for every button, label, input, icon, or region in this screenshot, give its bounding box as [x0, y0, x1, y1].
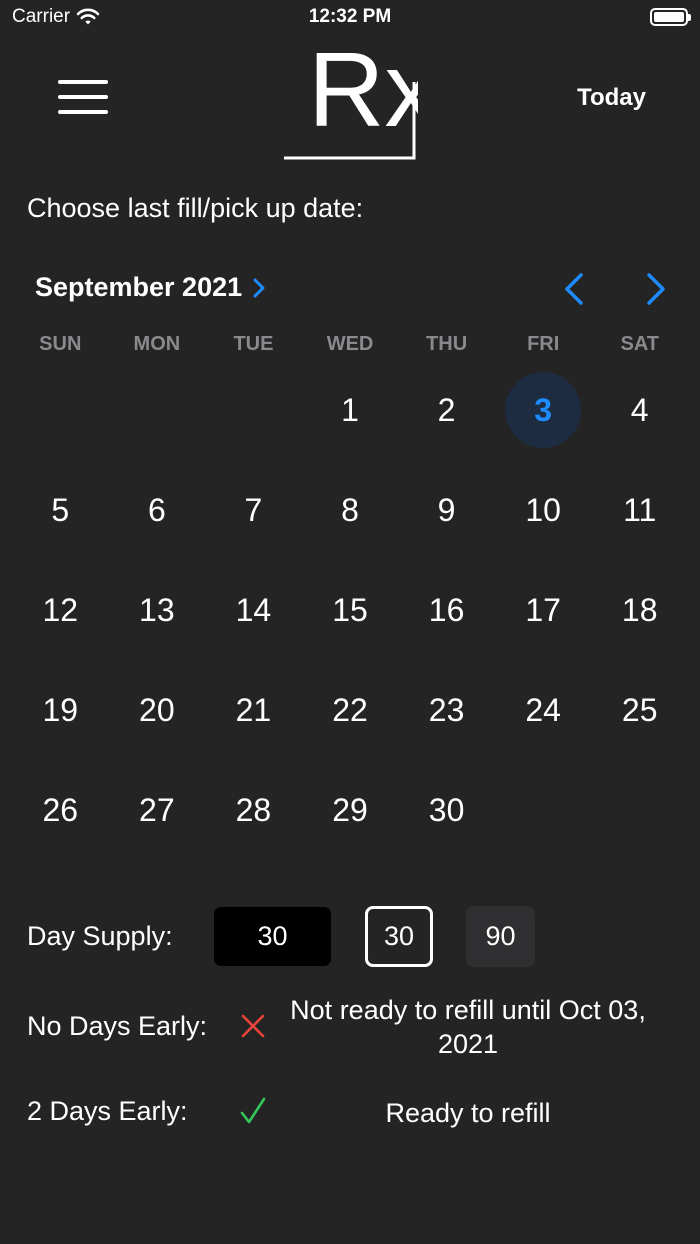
supply-90-button[interactable]: 90 [466, 906, 535, 967]
month-label: September 2021 [35, 272, 243, 302]
calendar-day-number: 11 [623, 491, 657, 528]
weekday-thu: THU [426, 333, 468, 355]
calendar-day-number: 9 [437, 491, 456, 528]
calendar-day[interactable]: 11 [591, 460, 688, 560]
calendar-day-number: 26 [42, 791, 79, 828]
calendar-day-number: 27 [139, 791, 175, 828]
calendar-day[interactable]: 8 [302, 460, 399, 560]
calendar-day[interactable]: 13 [109, 560, 206, 660]
calendar-day[interactable]: 9 [398, 460, 495, 560]
calendar-day-number: 29 [332, 791, 368, 828]
chevron-right-icon [253, 278, 265, 297]
weekday-wed: WED [326, 333, 374, 355]
calendar-day-number: 28 [235, 791, 272, 828]
weekday-sun: SUN [39, 333, 82, 355]
weekday-fri: FRI [527, 333, 560, 355]
calendar-day-number: 5 [51, 491, 70, 528]
calendar-day[interactable]: 19 [12, 660, 109, 760]
calendar-day[interactable]: 17 [495, 560, 592, 660]
calendar-day[interactable]: 2 [398, 360, 495, 460]
day-supply-label: Day Supply: [27, 921, 173, 951]
x-mark-icon [241, 1014, 265, 1038]
status-time: 12:32 PM [308, 6, 392, 27]
supply-30-button[interactable]: 30 [365, 906, 433, 967]
calendar-day[interactable]: 7 [205, 460, 302, 560]
calendar-day[interactable]: 30 [398, 760, 495, 860]
calendar-empty-cell [205, 360, 302, 460]
calendar-day[interactable]: 16 [398, 560, 495, 660]
calendar-day-number: 23 [428, 691, 465, 728]
calendar-day[interactable]: 21 [205, 660, 302, 760]
menu-button[interactable] [58, 80, 108, 116]
two-days-early-label: 2 Days Early: [27, 1096, 188, 1126]
calendar-day[interactable]: 20 [109, 660, 206, 760]
calendar-day[interactable]: 28 [205, 760, 302, 860]
calendar-day[interactable]: 23 [398, 660, 495, 760]
calendar-day[interactable]: 3 [495, 360, 592, 460]
calendar-day-number: 1 [341, 391, 359, 428]
calendar-day-number: 10 [525, 491, 561, 528]
check-icon [240, 1097, 266, 1124]
date-prompt: Choose last fill/pick up date: [27, 193, 364, 223]
calendar-day[interactable]: 15 [302, 560, 399, 660]
calendar-day[interactable]: 26 [12, 760, 109, 860]
calendar-day-number: 18 [621, 591, 658, 628]
previous-month-button[interactable] [560, 272, 590, 306]
calendar-day-number: 22 [332, 691, 368, 728]
calendar-day[interactable]: 25 [591, 660, 688, 760]
calendar-day[interactable]: 6 [109, 460, 206, 560]
calendar-day-number: 30 [428, 791, 465, 828]
weekday-header: SUN MON TUE WED THU FRI SAT [12, 333, 688, 356]
calendar-grid: 1 2 3 4 5 6 7 8 9 10 11 12 13 14 15 16 17 18 19 20 21 22 23 24 2… [12, 360, 688, 860]
calendar-day-number: 17 [525, 591, 561, 628]
calendar-day-number: 8 [341, 491, 359, 528]
weekday-mon: MON [133, 333, 181, 355]
no-days-early-message: Not ready to refill until Oct 03, 2021 [290, 995, 646, 1059]
calendar-day[interactable]: 12 [12, 560, 109, 660]
today-button[interactable]: Today [577, 84, 646, 112]
calendar-day-number: 19 [42, 691, 79, 728]
calendar-day[interactable]: 27 [109, 760, 206, 860]
calendar-day[interactable]: 14 [205, 560, 302, 660]
calendar-day[interactable]: 29 [302, 760, 399, 860]
weekday-sat: SAT [620, 333, 660, 355]
day-supply-field[interactable]: 30 [214, 907, 331, 966]
calendar-day[interactable]: 10 [495, 460, 592, 560]
two-days-early-message: Ready to refill [385, 1098, 551, 1128]
month-picker-button[interactable]: September 2021 [35, 272, 266, 303]
calendar-day-number: 24 [525, 691, 561, 728]
calendar-day[interactable]: 18 [591, 560, 688, 660]
calendar-day-number: 25 [621, 691, 658, 728]
calendar-day[interactable]: 24 [495, 660, 592, 760]
battery-icon [650, 8, 691, 26]
calendar-day-number: 2 [437, 391, 456, 428]
calendar-day-number: 13 [139, 591, 175, 628]
calendar-empty-cell [109, 360, 206, 460]
calendar-day[interactable]: 5 [12, 460, 109, 560]
calendar-day-number: 6 [147, 491, 166, 528]
calendar-day[interactable]: 4 [591, 360, 688, 460]
calendar-day[interactable]: 22 [302, 660, 399, 760]
calendar-day-number: 16 [428, 591, 465, 628]
calendar-empty-cell [12, 360, 109, 460]
calendar-day-number: 20 [139, 691, 175, 728]
calendar-day-number: 4 [630, 391, 649, 428]
no-days-early-label: No Days Early: [27, 1011, 208, 1041]
svg-text:Rx: Rx [308, 34, 418, 149]
calendar-day-number: 12 [42, 591, 79, 628]
calendar-day-number: 3 [534, 391, 553, 428]
calendar-day-number: 7 [244, 491, 263, 528]
next-month-button[interactable] [640, 272, 670, 306]
weekday-tue: TUE [233, 333, 274, 355]
rx-logo: Rx [284, 34, 418, 160]
calendar-day-number: 14 [235, 591, 272, 628]
calendar-day-number: 15 [332, 591, 368, 628]
calendar-day[interactable]: 1 [302, 360, 399, 460]
calendar-day-number: 21 [235, 691, 272, 728]
